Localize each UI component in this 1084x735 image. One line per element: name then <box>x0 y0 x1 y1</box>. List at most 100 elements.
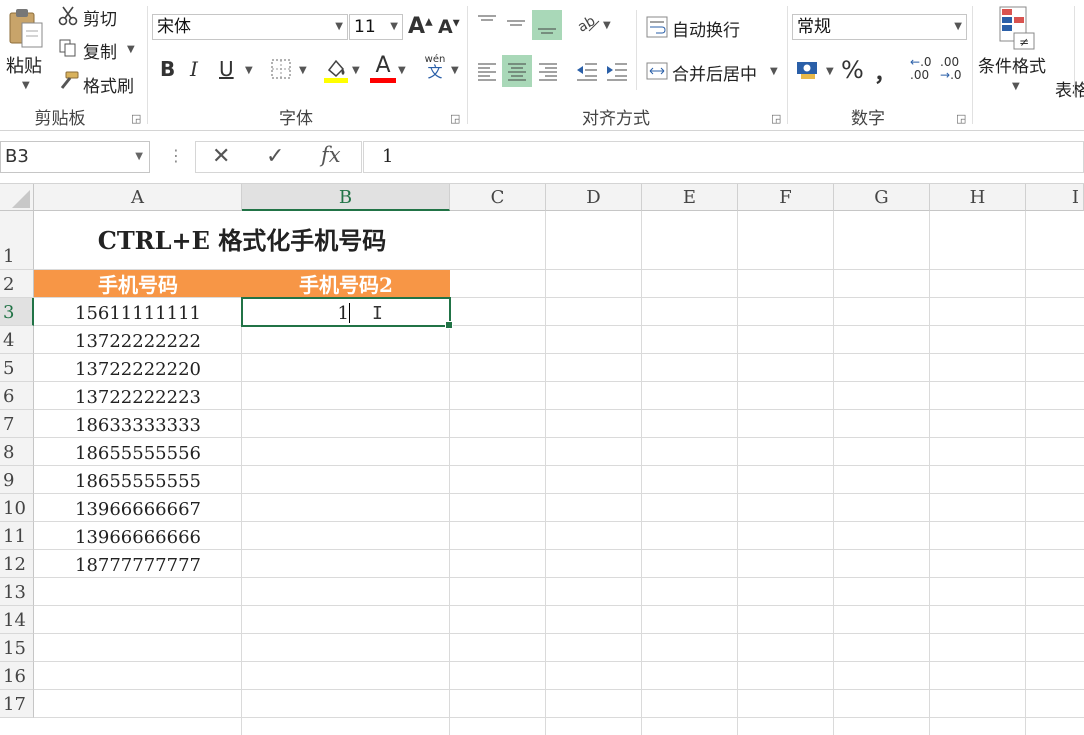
phone-cell[interactable]: 13966666667 <box>34 494 242 522</box>
orientation-icon[interactable]: ab <box>574 10 602 36</box>
conditional-format-button[interactable]: 条件格式 <box>978 52 1046 77</box>
conditional-format-dropdown-icon[interactable]: ▼ <box>1012 81 1020 92</box>
phone-cell[interactable]: 15611111111 <box>34 298 242 326</box>
underline-dropdown-icon[interactable]: ▼ <box>245 65 253 76</box>
increase-indent-icon[interactable] <box>604 56 630 86</box>
chevron-down-icon[interactable]: ▼ <box>335 15 343 39</box>
column-header-a[interactable]: A <box>34 184 242 211</box>
decrease-decimal-button[interactable]: .00 →.0 <box>940 56 962 82</box>
number-launcher-icon[interactable]: ◲ <box>956 112 966 125</box>
decrease-indent-icon[interactable] <box>574 56 600 86</box>
formula-bar-grip-icon[interactable]: ⋮ <box>168 146 184 165</box>
row-header-17[interactable]: 17 <box>0 690 34 718</box>
align-bottom-icon[interactable] <box>532 10 562 40</box>
row-header-13[interactable]: 13 <box>0 578 34 606</box>
align-center-icon[interactable] <box>502 55 532 87</box>
enter-icon[interactable]: ✓ <box>266 144 284 169</box>
format-as-table-button[interactable]: 表格 <box>1055 76 1084 101</box>
phone-cell[interactable]: 13722222222 <box>34 326 242 354</box>
row-header-3[interactable]: 3 <box>0 298 34 326</box>
align-right-icon[interactable] <box>535 56 561 86</box>
row-header-8[interactable]: 8 <box>0 438 34 466</box>
format-painter-button[interactable]: 格式刷 <box>83 72 134 97</box>
clipboard-launcher-icon[interactable]: ◲ <box>131 112 141 125</box>
row-header-9[interactable]: 9 <box>0 466 34 494</box>
column-header-d[interactable]: D <box>546 184 642 211</box>
phone-cell[interactable]: 13722222223 <box>34 382 242 410</box>
wrap-text-button[interactable]: 自动换行 <box>672 16 740 41</box>
number-format-combo[interactable]: 常规 ▼ <box>792 14 967 40</box>
row-header-1[interactable]: 1 <box>0 211 34 270</box>
shrink-font-button[interactable]: A▼ <box>438 16 460 38</box>
active-cell-b3[interactable]: 1 <box>241 297 453 329</box>
bold-button[interactable]: B <box>160 57 175 81</box>
row-header-6[interactable]: 6 <box>0 382 34 410</box>
header-cell-b[interactable]: 手机号码2 <box>242 270 450 297</box>
align-middle-icon[interactable] <box>503 10 529 36</box>
chevron-down-icon[interactable]: ▼ <box>135 142 143 172</box>
phone-cell[interactable]: 18633333333 <box>34 410 242 438</box>
increase-decimal-button[interactable]: ←.0.00 <box>910 56 932 82</box>
formula-input[interactable]: 1 <box>363 141 1084 173</box>
phone-cell[interactable]: 18655555555 <box>34 466 242 494</box>
grow-font-button[interactable]: A▲ <box>408 14 433 39</box>
select-all-button[interactable] <box>0 184 34 211</box>
column-header-i[interactable]: I <box>1026 184 1084 211</box>
border-icon[interactable] <box>270 58 292 80</box>
cut-button[interactable]: 剪切 <box>83 5 117 30</box>
font-size-combo[interactable]: 11 ▼ <box>349 14 403 40</box>
align-top-icon[interactable] <box>474 10 500 36</box>
border-dropdown-icon[interactable]: ▼ <box>299 65 307 76</box>
phonetic-button[interactable]: wén 文 <box>424 54 446 80</box>
column-header-f[interactable]: F <box>738 184 834 211</box>
column-header-b[interactable]: B <box>242 184 450 211</box>
phonetic-dropdown-icon[interactable]: ▼ <box>451 65 459 76</box>
cancel-icon[interactable]: ✕ <box>212 144 230 169</box>
column-header-h[interactable]: H <box>930 184 1026 211</box>
row-header-2[interactable]: 2 <box>0 270 34 298</box>
row-header-12[interactable]: 12 <box>0 550 34 578</box>
row-header-16[interactable]: 16 <box>0 662 34 690</box>
orientation-dropdown-icon[interactable]: ▼ <box>603 20 611 31</box>
paste-button[interactable]: 粘贴 <box>6 52 42 78</box>
font-name-combo[interactable]: 宋体 ▼ <box>152 14 348 40</box>
align-left-icon[interactable] <box>474 56 500 86</box>
chevron-down-icon[interactable]: ▼ <box>390 15 398 39</box>
font-color-dropdown-icon[interactable]: ▼ <box>398 65 406 76</box>
column-header-c[interactable]: C <box>450 184 546 211</box>
phone-cell[interactable]: 13966666666 <box>34 522 242 550</box>
phone-cell[interactable]: 18655555556 <box>34 438 242 466</box>
phone-cell[interactable]: 13722222220 <box>34 354 242 382</box>
percent-button[interactable]: % <box>841 56 864 84</box>
copy-dropdown-icon[interactable]: ▼ <box>127 44 135 55</box>
name-box[interactable]: B3 ▼ <box>0 141 150 173</box>
paste-dropdown-icon[interactable]: ▼ <box>22 80 30 91</box>
paste-icon[interactable] <box>4 6 48 52</box>
column-header-e[interactable]: E <box>642 184 738 211</box>
merge-center-button[interactable]: 合并后居中 <box>672 60 757 85</box>
row-header-14[interactable]: 14 <box>0 606 34 634</box>
currency-icon[interactable] <box>795 58 821 82</box>
fill-color-icon[interactable] <box>323 56 349 84</box>
font-launcher-icon[interactable]: ◲ <box>450 112 460 125</box>
phone-cell[interactable]: 18777777777 <box>34 550 242 578</box>
fill-handle[interactable] <box>445 321 453 329</box>
row-header-11[interactable]: 11 <box>0 522 34 550</box>
row-header-7[interactable]: 7 <box>0 410 34 438</box>
fill-color-dropdown-icon[interactable]: ▼ <box>352 65 360 76</box>
row-header-10[interactable]: 10 <box>0 494 34 522</box>
chevron-down-icon[interactable]: ▼ <box>954 15 962 39</box>
sheet-title-cell[interactable]: CTRL+E 格式化手机号码 <box>34 211 450 269</box>
row-header-15[interactable]: 15 <box>0 634 34 662</box>
italic-button[interactable]: I <box>190 57 198 81</box>
header-cell-a[interactable]: 手机号码 <box>34 270 242 297</box>
column-header-g[interactable]: G <box>834 184 930 211</box>
row-header-5[interactable]: 5 <box>0 354 34 382</box>
alignment-launcher-icon[interactable]: ◲ <box>771 112 781 125</box>
currency-dropdown-icon[interactable]: ▼ <box>826 66 834 77</box>
underline-button[interactable]: U <box>219 57 234 81</box>
font-color-button[interactable]: A <box>370 54 396 84</box>
comma-button[interactable]: ， <box>874 56 896 88</box>
insert-function-icon[interactable]: fx <box>321 143 341 167</box>
merge-dropdown-icon[interactable]: ▼ <box>770 66 778 77</box>
